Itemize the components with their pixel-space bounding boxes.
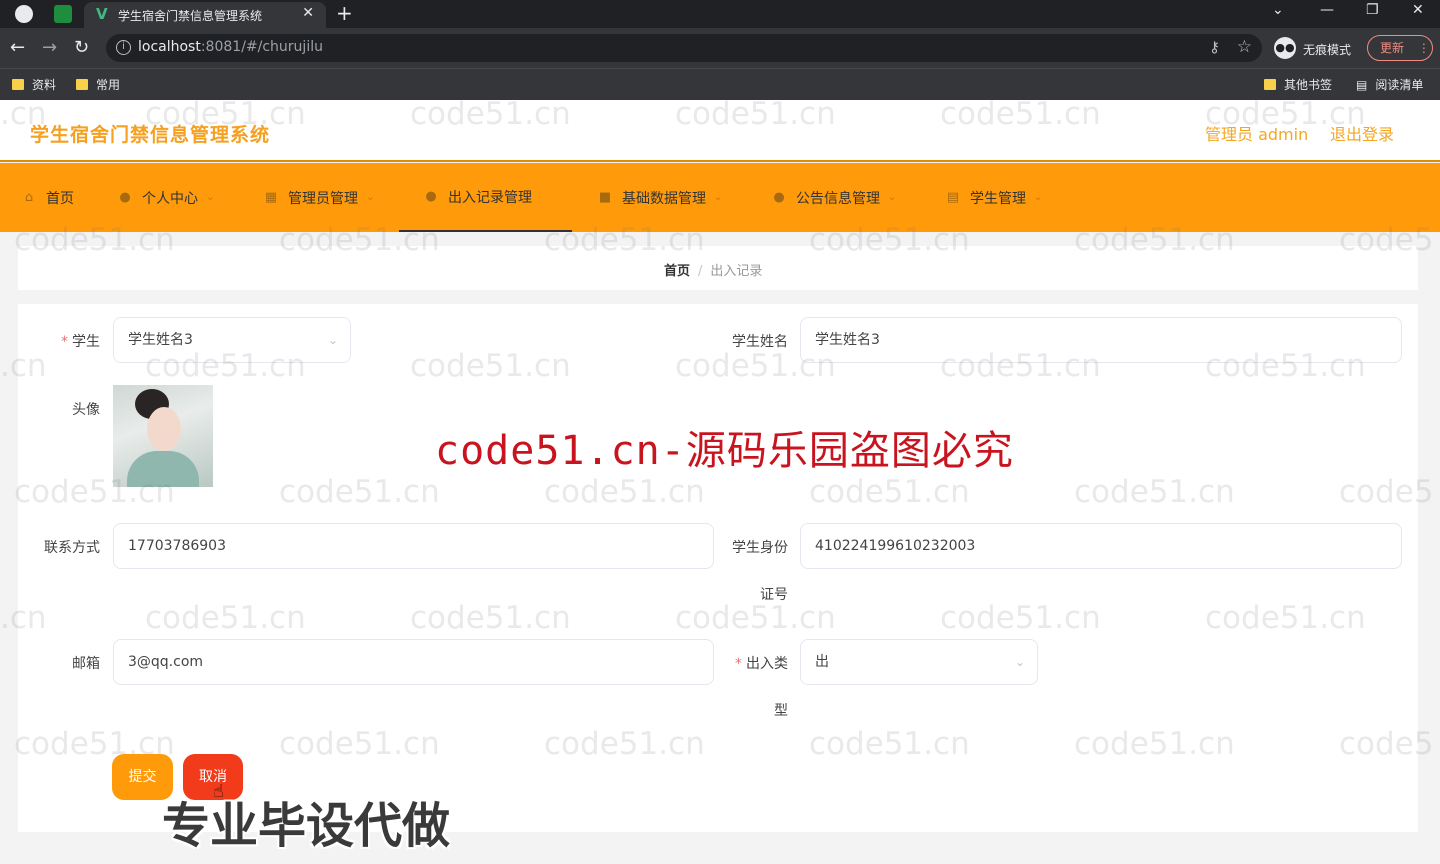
student-select[interactable]: 学生姓名3 ⌄: [113, 317, 351, 363]
type-label-wrap: 型: [774, 703, 788, 719]
chevron-down-icon: ⌄: [366, 192, 375, 203]
restore-icon[interactable]: ❐: [1366, 2, 1379, 18]
minimize-icon[interactable]: —: [1320, 2, 1334, 18]
reading-list-icon: ▤: [1356, 78, 1368, 92]
back-icon[interactable]: ←: [10, 37, 25, 58]
chevron-down-icon: ⌄: [1014, 655, 1025, 669]
bottom-watermark: 专业毕设代做: [162, 798, 451, 854]
list-icon: ▤: [946, 189, 960, 205]
more-menu-icon[interactable]: ⋮: [1418, 41, 1430, 55]
app-title: 学生宿舍门禁信息管理系统: [30, 124, 271, 146]
reload-icon[interactable]: ↻: [74, 37, 89, 58]
app-header: 学生宿舍门禁信息管理系统 管理员 admin 退出登录: [0, 100, 1440, 162]
breadcrumb-current: 出入记录: [710, 264, 763, 279]
logout-link[interactable]: 退出登录: [1330, 121, 1394, 145]
admin-label: 管理员 admin: [1205, 125, 1309, 144]
bookmark-folder[interactable]: 资料: [12, 76, 56, 93]
student-name-input[interactable]: 学生姓名3: [800, 317, 1402, 363]
globe-icon[interactable]: [15, 5, 33, 23]
email-label: 邮箱: [72, 656, 100, 672]
type-label: * 出入类: [735, 656, 788, 672]
chat-icon: ■: [598, 189, 612, 205]
update-button[interactable]: 更新 ⋮: [1367, 35, 1433, 61]
id-number-input[interactable]: 410224199610232003: [800, 523, 1402, 569]
chevron-down-icon: ⌄: [327, 333, 338, 347]
browser-toolbar: ← → ↻ i localhost:8081/#/churujilu ⚷ ☆ ●…: [0, 28, 1440, 68]
sheets-icon[interactable]: [54, 5, 72, 23]
reading-list[interactable]: ▤ 阅读清单: [1356, 76, 1423, 93]
chevron-down-icon: ⌄: [206, 192, 215, 203]
bookmark-folder[interactable]: 常用: [76, 76, 120, 93]
incognito-label: 无痕模式: [1303, 43, 1352, 57]
avatar-label: 头像: [72, 402, 100, 418]
tab-search-icon[interactable]: ⌄: [1272, 2, 1284, 18]
tab-title: 学生宿舍门禁信息管理系统: [118, 9, 263, 23]
user-icon: ●: [425, 188, 437, 204]
main-menu: ⌂ 首页 ● 个人中心 ⌄ ▦ 管理员管理 ⌄ ● 出入记录管理 ■ 基础数据管理 ⌄ ● 公告信…: [0, 163, 1440, 232]
student-name-label: 学生姓名: [732, 334, 788, 350]
menu-item-profile[interactable]: ● 个人中心 ⌄: [118, 163, 214, 232]
key-icon[interactable]: ⚷: [1209, 38, 1220, 56]
info-icon[interactable]: i: [116, 40, 131, 55]
type-select[interactable]: 出 ⌄: [800, 639, 1038, 685]
phone-input[interactable]: 17703786903: [113, 523, 714, 569]
hand-cursor-icon: ☝: [213, 781, 224, 802]
breadcrumb-separator: /: [698, 264, 703, 279]
folder-icon: [12, 79, 24, 90]
chevron-down-icon: ⌄: [888, 192, 897, 203]
chevron-down-icon: ⌄: [714, 192, 723, 203]
student-label: * 学生: [61, 334, 100, 350]
phone-label: 联系方式: [44, 540, 100, 556]
email-input[interactable]: 3@qq.com: [113, 639, 714, 685]
menu-item-basic-data[interactable]: ■ 基础数据管理 ⌄: [598, 163, 723, 232]
folder-icon: [76, 79, 88, 90]
bookmark-star-icon[interactable]: ☆: [1237, 37, 1252, 57]
grid-icon: ▦: [264, 189, 278, 205]
incognito-icon[interactable]: ●●: [1274, 37, 1296, 59]
new-tab-icon[interactable]: +: [336, 1, 353, 25]
menu-item-home[interactable]: ⌂ 首页: [22, 163, 74, 232]
browser-tab-bar: V 学生宿舍门禁信息管理系统 ✕ + ⌄ — ❐ ✕: [0, 0, 1440, 28]
menu-item-students[interactable]: ▤ 学生管理 ⌄: [946, 163, 1043, 232]
bookmarks-bar: 资料 常用 其他书签 ▤ 阅读清单: [0, 68, 1440, 100]
id-label-wrap: 证号: [760, 587, 788, 603]
bell-icon: ●: [773, 189, 785, 205]
id-label: 学生身份: [732, 540, 788, 556]
tab-close-icon[interactable]: ✕: [302, 5, 314, 21]
chevron-down-icon: ⌄: [1034, 192, 1043, 203]
breadcrumb-bar: 首页 / 出入记录: [18, 246, 1418, 290]
home-icon: ⌂: [24, 189, 34, 205]
forward-icon[interactable]: →: [42, 37, 57, 58]
user-icon: ●: [119, 189, 131, 205]
browser-tab-active[interactable]: V 学生宿舍门禁信息管理系统 ✕: [84, 2, 326, 28]
url-text: localhost:8081/#/churujilu: [138, 39, 323, 55]
breadcrumb-home[interactable]: 首页: [664, 264, 690, 279]
breadcrumb: 首页 / 出入记录: [664, 260, 762, 279]
address-bar[interactable]: i localhost:8081/#/churujilu ⚷ ☆: [106, 34, 1262, 62]
vue-logo-icon: V: [96, 5, 108, 23]
folder-icon: [1264, 79, 1276, 90]
menu-item-notices[interactable]: ● 公告信息管理 ⌄: [772, 163, 896, 232]
menu-item-records[interactable]: ● 出入记录管理: [399, 163, 572, 232]
center-watermark: code51.cn-源码乐园盗图必究: [435, 428, 1014, 474]
avatar-image[interactable]: [113, 385, 213, 487]
window-close-icon[interactable]: ✕: [1412, 2, 1424, 18]
other-bookmarks[interactable]: 其他书签: [1264, 76, 1332, 93]
menu-item-admins[interactable]: ▦ 管理员管理 ⌄: [264, 163, 375, 232]
